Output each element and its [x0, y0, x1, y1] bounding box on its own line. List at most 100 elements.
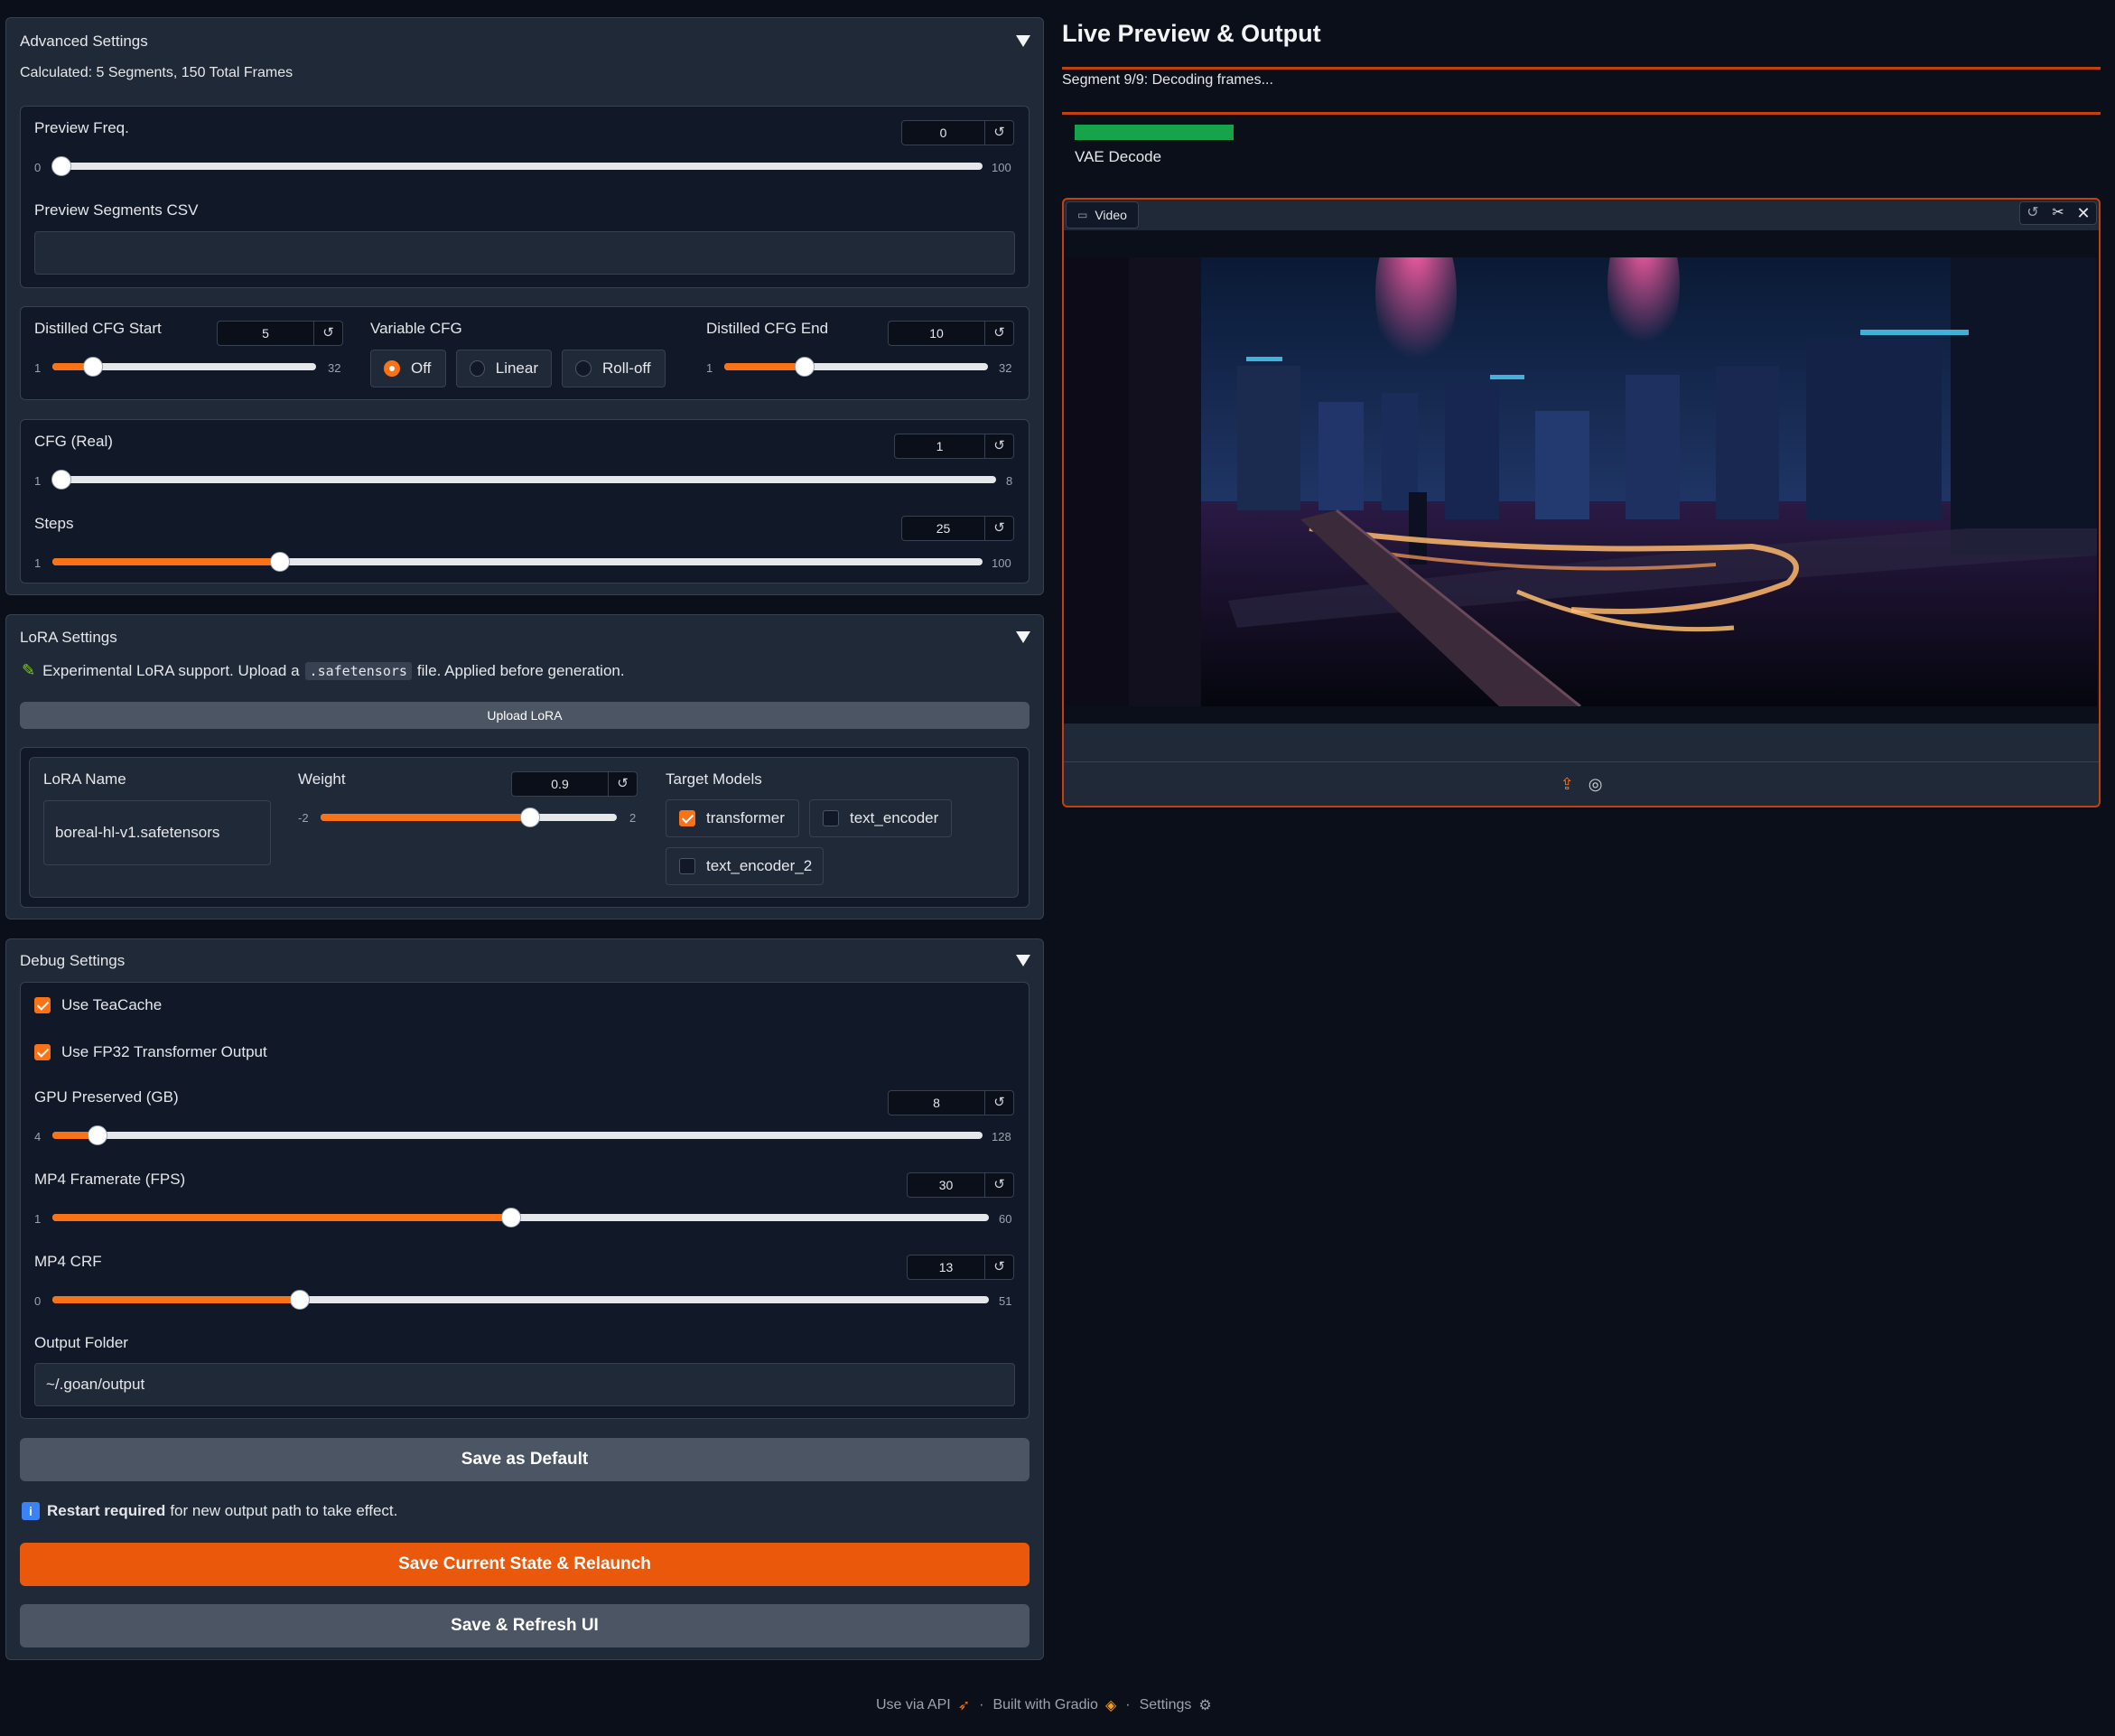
preview-freq-value[interactable]: 0 [902, 121, 984, 145]
restart-note-rest: for new output path to take effect. [170, 1502, 398, 1519]
trim-scissors-icon[interactable]: ✂ [2045, 202, 2071, 224]
reset-icon[interactable]: ↺ [984, 322, 1013, 345]
preview-freq-slider[interactable] [52, 163, 983, 170]
preview-freq-thumb[interactable] [51, 156, 71, 176]
save-relaunch-button[interactable]: Save Current State & Relaunch [20, 1543, 1030, 1586]
lora-weight-slider[interactable] [321, 814, 617, 821]
output-folder-input[interactable]: ~/.goan/output [34, 1363, 1015, 1406]
video-label-tab: ▭ Video [1066, 201, 1139, 229]
reset-icon[interactable]: ↺ [984, 517, 1013, 540]
lora-name-input[interactable]: boreal-hl-v1.safetensors [43, 800, 271, 865]
cfg-real-number[interactable]: 1 ↺ [894, 434, 1014, 459]
cfg-end-min: 1 [706, 361, 713, 375]
progress-label: VAE Decode [1075, 148, 1162, 165]
progress-track [1075, 125, 1960, 140]
radio-selected-icon [384, 360, 400, 377]
progress-bar [1075, 125, 1235, 140]
video-footer: ⇪ ◎ [1064, 761, 2099, 806]
variable-cfg-linear-label: Linear [495, 359, 538, 377]
cfg-start-number[interactable]: 5 ↺ [217, 321, 343, 346]
close-icon[interactable]: ✕ [2071, 202, 2096, 224]
cfg-end-thumb[interactable] [794, 357, 815, 377]
video-preview-image[interactable] [1066, 257, 2097, 706]
target-text-encoder-2[interactable]: text_encoder_2 [666, 847, 824, 885]
variable-cfg-rolloff[interactable]: Roll-off [562, 350, 666, 387]
lora-weight-value[interactable]: 0.9 [512, 772, 608, 796]
fps-number[interactable]: 30 ↺ [907, 1172, 1014, 1198]
save-refresh-button[interactable]: Save & Refresh UI [20, 1604, 1030, 1647]
webcam-icon[interactable]: ◎ [1589, 775, 1603, 794]
cfg-real-slider[interactable] [52, 476, 996, 483]
cfg-start-label: Distilled CFG Start [34, 320, 162, 337]
variable-cfg-linear[interactable]: Linear [456, 350, 552, 387]
reset-icon[interactable]: ↺ [984, 1091, 1013, 1115]
preview-segments-input[interactable] [34, 231, 1015, 275]
upload-icon[interactable]: ⇪ [1561, 775, 1574, 794]
radio-icon [470, 360, 485, 377]
cfg-start-value[interactable]: 5 [218, 322, 313, 345]
slider-fill [321, 814, 535, 821]
gpu-value[interactable]: 8 [889, 1091, 984, 1115]
reset-icon[interactable]: ↺ [984, 1173, 1013, 1197]
use-via-api-link[interactable]: Use via API [876, 1697, 951, 1713]
steps-slider[interactable] [52, 558, 983, 565]
gear-icon[interactable]: ⚙ [1198, 1696, 1211, 1714]
fps-label: MP4 Framerate (FPS) [34, 1171, 186, 1188]
cfg-end-value[interactable]: 10 [889, 322, 984, 345]
cfg-end-number[interactable]: 10 ↺ [888, 321, 1014, 346]
variable-cfg-off[interactable]: Off [370, 350, 446, 387]
settings-link[interactable]: Settings [1140, 1697, 1192, 1713]
cfg-real-max: 8 [1006, 474, 1013, 488]
advanced-settings-title[interactable]: Advanced Settings [20, 33, 148, 51]
reset-icon[interactable]: ↺ [984, 1255, 1013, 1279]
reset-icon[interactable]: ↺ [313, 322, 342, 345]
target-text-encoder[interactable]: text_encoder [809, 799, 952, 837]
reset-icon[interactable]: ↺ [608, 772, 637, 796]
lora-note: ✎ Experimental LoRA support. Upload a .s… [22, 661, 625, 680]
collapse-triangle-icon[interactable] [1016, 631, 1030, 643]
steps-min: 1 [34, 556, 42, 570]
target-transformer[interactable]: transformer [666, 799, 799, 837]
gpu-number[interactable]: 8 ↺ [888, 1090, 1014, 1115]
debug-settings-title[interactable]: Debug Settings [20, 952, 125, 970]
info-icon: i [22, 1502, 40, 1520]
checkbox-checked-icon [679, 810, 695, 826]
steps-value[interactable]: 25 [902, 517, 984, 540]
gpu-slider[interactable] [52, 1132, 983, 1139]
checkbox-checked-icon [34, 1044, 51, 1060]
crf-number[interactable]: 13 ↺ [907, 1255, 1014, 1280]
preview-freq-number[interactable]: 0 ↺ [901, 120, 1014, 145]
crf-value[interactable]: 13 [908, 1255, 984, 1279]
collapse-triangle-icon[interactable] [1016, 35, 1030, 47]
cfg-end-slider[interactable] [724, 363, 988, 370]
built-with-gradio-link[interactable]: Built with Gradio [992, 1697, 1098, 1713]
slider-fill [52, 1214, 512, 1221]
reset-icon[interactable]: ↺ [984, 121, 1013, 145]
reset-icon[interactable]: ↺ [984, 434, 1013, 458]
steps-number[interactable]: 25 ↺ [901, 516, 1014, 541]
teacache-checkbox[interactable]: Use TeaCache [34, 996, 162, 1014]
preview-title: Live Preview & Output [1062, 20, 1321, 47]
lora-settings-title[interactable]: LoRA Settings [20, 629, 117, 647]
teacache-label: Use TeaCache [61, 996, 163, 1013]
progress-divider-bottom [1062, 112, 2101, 115]
footer-dot: · [1125, 1697, 1131, 1713]
cfg-real-value[interactable]: 1 [895, 434, 984, 458]
lora-weight-number[interactable]: 0.9 ↺ [511, 771, 638, 797]
lora-weight-thumb[interactable] [519, 807, 540, 827]
steps-label: Steps [34, 515, 74, 532]
undo-icon[interactable]: ↺ [2020, 202, 2045, 224]
collapse-triangle-icon[interactable] [1016, 955, 1030, 966]
cfg-real-thumb[interactable] [51, 470, 71, 490]
fps-value[interactable]: 30 [908, 1173, 984, 1197]
checkbox-icon [823, 810, 839, 826]
fp32-checkbox[interactable]: Use FP32 Transformer Output [34, 1043, 267, 1061]
upload-lora-button[interactable]: Upload LoRA [20, 702, 1030, 729]
footer-dot: · [979, 1697, 984, 1713]
cfg-start-max: 32 [328, 361, 341, 375]
crf-slider[interactable] [52, 1296, 989, 1303]
slider-fill [52, 1132, 90, 1139]
segment-status: Segment 9/9: Decoding frames... [1062, 72, 1273, 88]
save-default-button[interactable]: Save as Default [20, 1438, 1030, 1481]
slider-fill [724, 363, 801, 370]
